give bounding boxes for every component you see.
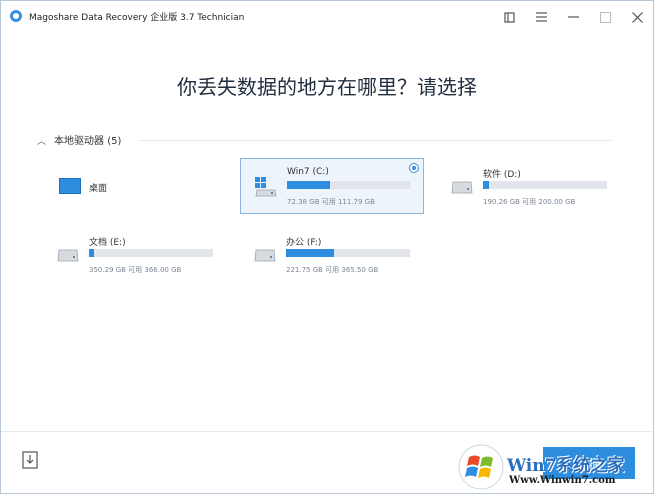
download-icon [22,451,38,469]
app-logo-icon [10,10,22,22]
drive-label: 文档 (E:) [89,238,126,248]
import-scan-button[interactable] [22,451,38,469]
location-card-desktop[interactable]: 桌面 [43,159,225,213]
app-window: Magoshare Data Recovery 企业版 3.7 Technici… [0,0,654,494]
drive-card-f[interactable]: 办公 (F:) 221.75 GB 可用 365.50 GB [240,227,422,281]
menu-button[interactable] [531,7,551,27]
drive-icon [57,249,79,262]
footer-divider [1,431,653,432]
title-bar: Magoshare Data Recovery 企业版 3.7 Technici… [1,1,653,33]
minimize-icon [567,16,579,18]
drive-label: 软件 (D:) [483,170,521,180]
usage-bar-fill [287,181,331,189]
selected-radio-icon[interactable] [409,163,419,173]
drive-card-e[interactable]: 文档 (E:) 350.29 GB 可用 366.00 GB [43,227,225,281]
drive-card-d[interactable]: 软件 (D:) 190.26 GB 可用 200.00 GB [437,159,619,213]
drive-capacity: 350.29 GB 可用 366.00 GB [89,266,182,274]
drive-icon [254,249,276,262]
drive-capacity: 190.26 GB 可用 200.00 GB [483,198,576,206]
bookmark-icon [503,11,515,23]
usage-bar [483,181,607,189]
desktop-icon [59,178,81,194]
maximize-icon [599,11,611,23]
close-icon [631,11,643,23]
maximize-button[interactable] [595,7,615,27]
section-divider [139,140,611,141]
usage-bar-fill [286,249,335,257]
drive-card-c[interactable]: Win7 (C:) 72.38 GB 可用 111.79 GB [240,158,424,214]
feedback-button[interactable] [499,7,519,27]
windows-logo-icon [458,444,504,490]
page-headline: 你丢失数据的地方在哪里？请选择 [177,75,477,99]
section-title: 本地驱动器 (5) [54,136,122,147]
location-label: 桌面 [89,184,108,194]
drive-capacity: 221.75 GB 可用 365.50 GB [286,266,379,274]
drive-label: Win7 (C:) [287,167,329,177]
usage-bar-fill [89,249,94,257]
usage-bar [89,249,213,257]
usage-bar-fill [483,181,490,189]
drive-label: 办公 (F:) [286,238,322,248]
drive-capacity: 72.38 GB 可用 111.79 GB [287,198,375,206]
local-drives-toggle[interactable]: ︿ 本地驱动器 (5) [37,132,121,147]
hamburger-icon [535,12,547,22]
scan-button[interactable]: 扫描 [543,447,635,479]
window-title: Magoshare Data Recovery 企业版 3.7 Technici… [29,13,245,23]
drive-icon [451,181,473,194]
chevron-up-icon: ︿ [37,137,47,147]
minimize-button[interactable] [563,7,583,27]
windows-drive-icon [255,177,277,197]
usage-bar [286,249,410,257]
usage-bar [287,181,411,189]
close-button[interactable] [627,7,647,27]
